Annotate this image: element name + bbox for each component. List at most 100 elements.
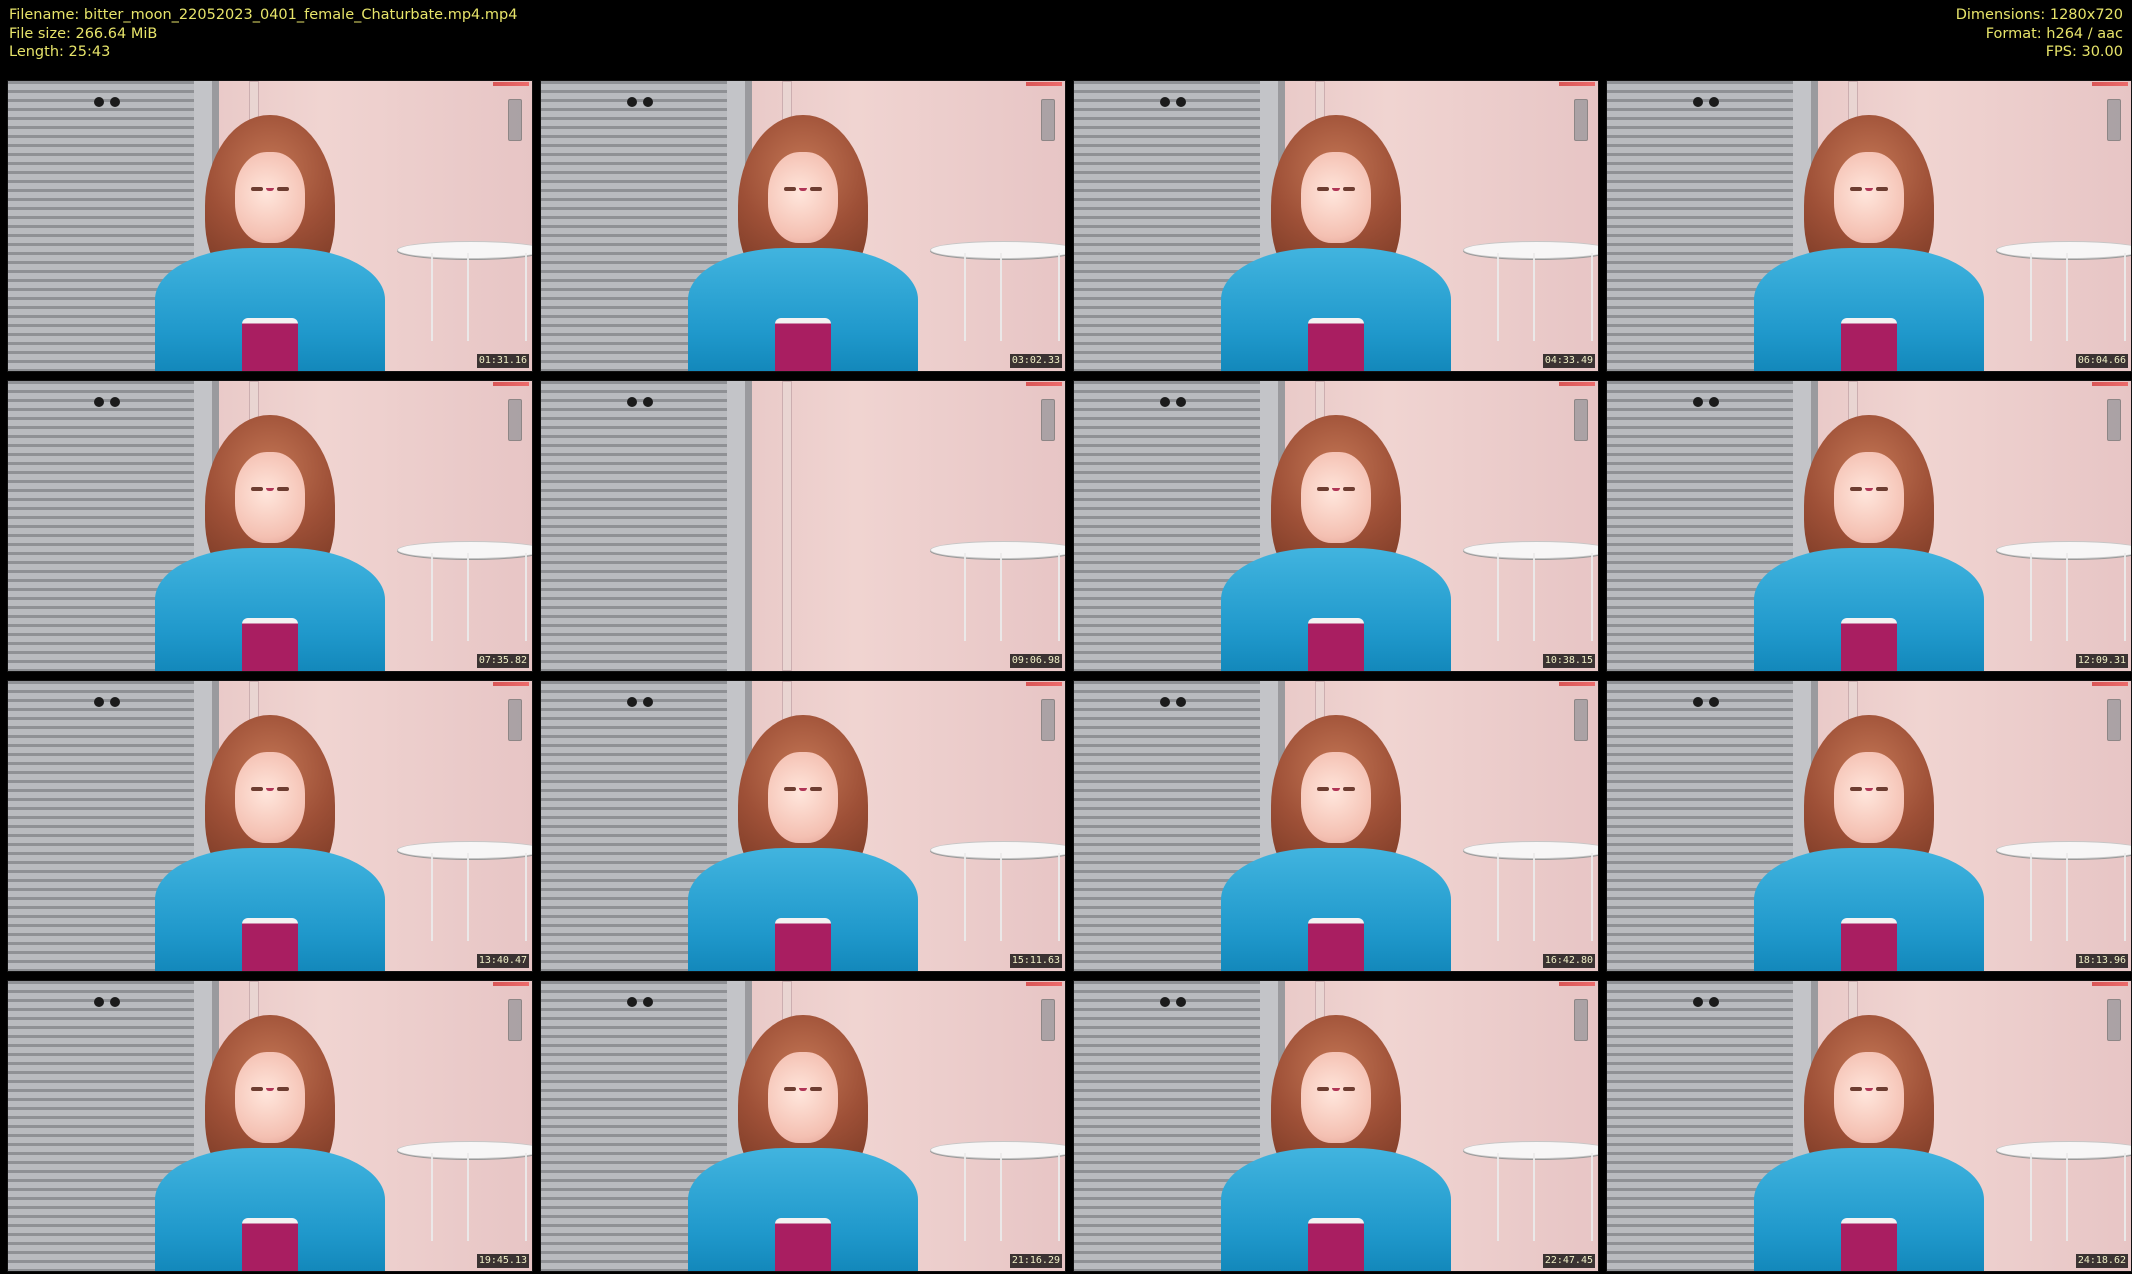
mouth-shape [1331, 187, 1341, 191]
face-shape [768, 1052, 838, 1143]
wall-switch [1041, 99, 1055, 141]
person-figure [687, 704, 919, 971]
person-figure [154, 104, 386, 371]
thumbnail-6: 09:06.98 [540, 380, 1066, 672]
watermark-mark [493, 382, 529, 386]
watermark-mark [2092, 682, 2128, 686]
wall-switch [508, 399, 522, 441]
thumbnail-timestamp: 10:38.15 [1542, 654, 1595, 668]
fps-text: FPS: 30.00 [2045, 44, 2123, 60]
closet-door [541, 381, 753, 671]
wall-switch [1041, 999, 1055, 1041]
thumbnail-16: 24:18.62 [1606, 980, 2132, 1272]
mouth-shape [1331, 787, 1341, 791]
thumbnail-timestamp: 04:33.49 [1542, 354, 1595, 368]
thumbnail-2: 03:02.33 [540, 80, 1066, 372]
mouth-shape [265, 787, 275, 791]
mouth-shape [1864, 187, 1874, 191]
person-figure [1753, 704, 1985, 971]
top-shape [1308, 917, 1364, 971]
mouth-shape [1331, 1087, 1341, 1091]
thumbnail-timestamp: 22:47.45 [1542, 1254, 1595, 1268]
side-table-legs [431, 552, 527, 641]
top-shape [1308, 1217, 1364, 1271]
wall-switch [1574, 99, 1588, 141]
thumbnail-3: 04:33.49 [1073, 80, 1599, 372]
person-figure [154, 1004, 386, 1271]
thumbnail-13: 19:45.13 [7, 980, 533, 1272]
mouth-shape [1331, 487, 1341, 491]
thumbnail-timestamp: 18:13.96 [2075, 954, 2128, 968]
mouth-shape [798, 787, 808, 791]
mouth-shape [798, 1087, 808, 1091]
thumbnail-timestamp: 09:06.98 [1009, 654, 1062, 668]
watermark-mark [493, 982, 529, 986]
wall-switch [508, 99, 522, 141]
watermark-mark [493, 682, 529, 686]
top-shape [775, 917, 831, 971]
face-shape [1834, 752, 1904, 843]
face-shape [1834, 152, 1904, 243]
watermark-mark [2092, 82, 2128, 86]
thumbnail-timestamp: 15:11.63 [1009, 954, 1062, 968]
face-shape [1834, 452, 1904, 543]
person-figure [1220, 1004, 1452, 1271]
wall-switch [2107, 99, 2121, 141]
watermark-mark [1026, 382, 1062, 386]
person-figure [1220, 104, 1452, 371]
dimensions-text: Dimensions: 1280x720 [1955, 7, 2123, 23]
top-shape [242, 317, 298, 371]
video-meta-right: Dimensions: 1280x720 Format: h264 / aac … [1956, 6, 2123, 62]
side-table-legs [431, 252, 527, 341]
side-table-legs [2030, 1152, 2126, 1241]
person-figure [1753, 1004, 1985, 1271]
watermark-mark [493, 82, 529, 86]
face-shape [768, 152, 838, 243]
mouth-shape [1864, 1087, 1874, 1091]
side-table-legs [964, 852, 1060, 941]
top-shape [1841, 617, 1897, 671]
mouth-shape [265, 187, 275, 191]
top-shape [242, 1217, 298, 1271]
top-shape [1841, 317, 1897, 371]
contact-sheet-header: Filename: bitter_moon_22052023_0401_fema… [0, 0, 2132, 78]
wall-switch [1574, 999, 1588, 1041]
wall-switch [1041, 699, 1055, 741]
thumbnail-10: 15:11.63 [540, 680, 1066, 972]
side-table-legs [964, 1152, 1060, 1241]
wall-switch [508, 999, 522, 1041]
top-shape [242, 917, 298, 971]
thumbnail-5: 07:35.82 [7, 380, 533, 672]
length-text: Length: 25:43 [9, 44, 111, 60]
watermark-mark [2092, 982, 2128, 986]
mouth-shape [265, 487, 275, 491]
side-table-legs [2030, 252, 2126, 341]
mouth-shape [798, 187, 808, 191]
thumbnail-timestamp: 21:16.29 [1009, 1254, 1062, 1268]
side-table-legs [1497, 252, 1593, 341]
thumbnail-timestamp: 16:42.80 [1542, 954, 1595, 968]
thumbnail-timestamp: 06:04.66 [2075, 354, 2128, 368]
thumbnail-timestamp: 12:09.31 [2075, 654, 2128, 668]
person-figure [1753, 104, 1985, 371]
face-shape [235, 1052, 305, 1143]
top-shape [775, 1217, 831, 1271]
side-table-legs [431, 852, 527, 941]
person-figure [687, 104, 919, 371]
top-shape [1841, 917, 1897, 971]
side-table-legs [1497, 852, 1593, 941]
mouth-shape [1864, 787, 1874, 791]
face-shape [1301, 1052, 1371, 1143]
watermark-mark [1026, 982, 1062, 986]
person-figure [1220, 404, 1452, 671]
thumbnail-7: 10:38.15 [1073, 380, 1599, 672]
side-table-legs [964, 552, 1060, 641]
top-shape [775, 317, 831, 371]
watermark-mark [1559, 682, 1595, 686]
format-text: Format: h264 / aac [1985, 25, 2123, 42]
side-table-legs [2030, 552, 2126, 641]
thumbnail-12: 18:13.96 [1606, 680, 2132, 972]
thumbnail-4: 06:04.66 [1606, 80, 2132, 372]
wall-switch [1574, 699, 1588, 741]
top-shape [1308, 317, 1364, 371]
